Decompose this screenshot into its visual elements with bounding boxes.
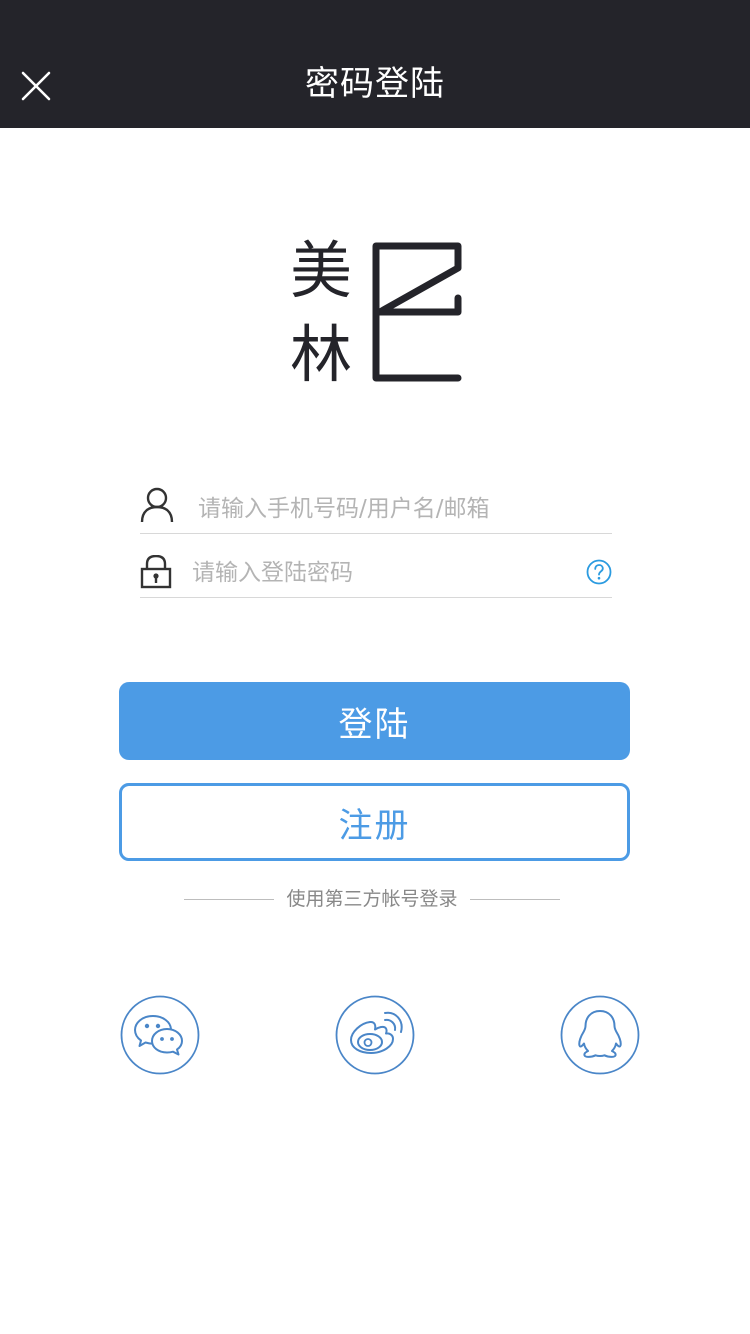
lock-icon <box>140 555 172 589</box>
username-field <box>140 473 612 534</box>
username-input[interactable] <box>198 489 608 529</box>
qq-icon <box>560 995 640 1075</box>
divider-line-right <box>470 899 560 900</box>
user-icon <box>140 487 174 523</box>
help-icon[interactable] <box>586 559 612 585</box>
logo-char-top: 美 <box>290 234 353 307</box>
login-button[interactable]: 登陆 <box>119 682 630 760</box>
app-logo: 美 林 <box>286 234 466 390</box>
nav-bar: 密码登陆 <box>0 0 750 128</box>
logo-char-bottom: 林 <box>290 318 353 391</box>
divider-line-left <box>184 899 274 900</box>
login-page: 密码登陆 美 林 登陆 注册 <box>0 0 750 1334</box>
qq-login-button[interactable] <box>560 995 640 1075</box>
password-field <box>140 537 612 598</box>
brand-mark-icon <box>372 242 462 382</box>
third-party-label: 使用第三方帐号登录 <box>286 888 458 910</box>
wechat-icon <box>120 995 200 1075</box>
wechat-login-button[interactable] <box>120 995 200 1075</box>
weibo-login-button[interactable] <box>335 995 415 1075</box>
third-party-divider: 使用第三方帐号登录 <box>184 884 560 914</box>
weibo-icon <box>335 995 415 1075</box>
page-title: 密码登陆 <box>305 64 445 104</box>
register-button[interactable]: 注册 <box>119 783 630 861</box>
password-input[interactable] <box>192 553 572 593</box>
